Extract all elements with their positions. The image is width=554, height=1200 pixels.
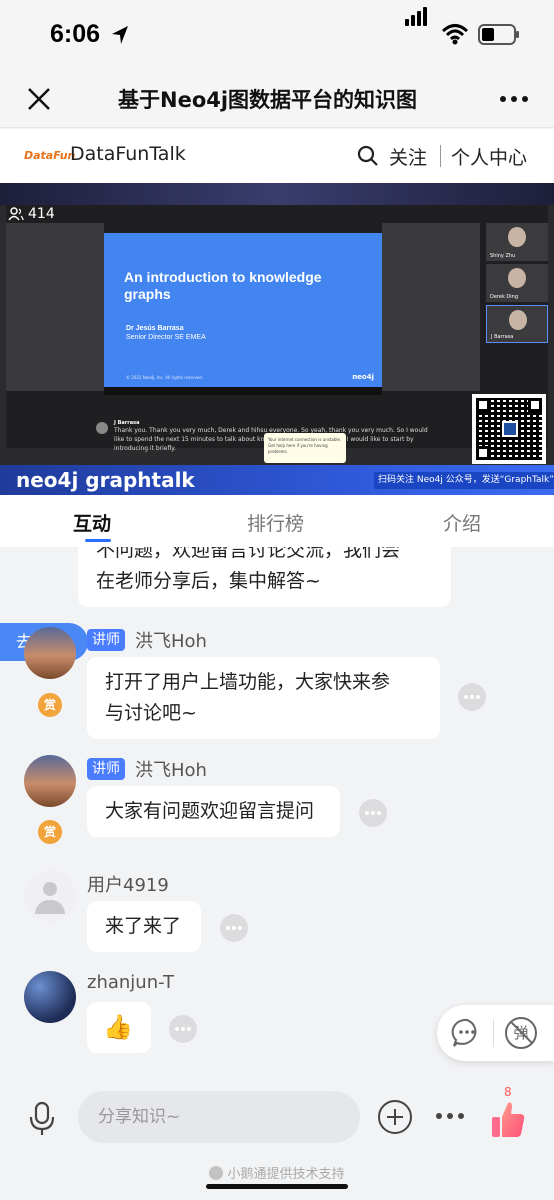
presentation-slide: An introduction to knowledge graphs Dr J… [104,233,382,387]
site-header: DataFun DataFunTalk 关注 个人中心 [0,129,554,183]
avatar-default[interactable] [24,870,76,922]
share-input[interactable] [78,1091,360,1143]
user-name[interactable]: 洪飞Hoh [135,627,207,653]
tab-interaction[interactable]: 互动 [73,509,111,536]
message-bubble: 不问题，欢迎留言讨论交流，我们会 在老师分享后，集中解答~ [78,547,451,607]
message-header: 讲师 洪飞Hoh [87,627,207,653]
site-logo[interactable]: DataFun [24,149,75,162]
message-bubble: 大家有问题欢迎留言提问 [87,786,340,837]
message-bubble: 来了来了 [87,901,201,952]
participant-face [508,227,526,247]
message-more-icon[interactable] [169,1015,197,1043]
barrage-toggle[interactable]: 弹 [505,1017,537,1049]
powered-by: 小鹅通提供技术支持 [0,1163,554,1182]
wifi-icon [442,24,468,45]
status-bar: 6:06 [0,0,554,70]
participant-name: Derek Ding [490,294,519,300]
message-header: zhanjun-T [87,972,174,993]
avatar[interactable] [24,971,76,1023]
location-arrow-icon [112,26,128,44]
tab-leaderboard[interactable]: 排行榜 [247,509,304,536]
qr-finder [476,446,490,460]
message-more-icon[interactable] [458,683,486,711]
follow-link[interactable]: 关注 [389,143,427,170]
chat-list[interactable]: 不问题，欢迎留言讨论交流，我们会 在老师分享后，集中解答~ 去连麦 赏 讲师 洪… [0,547,554,1077]
video-top-banner [0,183,554,205]
participant-tile-active: J Barrasa [486,305,548,343]
message-header: 讲师 洪飞Hoh [87,756,207,782]
participant-name: J Barrasa [491,334,514,340]
site-name[interactable]: DataFunTalk [70,143,186,165]
qr-pattern [476,398,542,460]
avatar[interactable] [24,627,76,679]
tab-active-indicator [85,539,111,542]
floating-actions: 弹 [437,1005,554,1061]
message-more-icon[interactable] [220,914,248,942]
close-icon[interactable] [26,86,52,112]
qr-finder [528,398,542,412]
add-button[interactable] [378,1100,412,1134]
user-name[interactable]: 用户4919 [87,871,169,897]
like-button[interactable]: 8 [488,1083,528,1145]
message-bubble: 打开了用户上墙功能，大家快来参 与讨论吧~ [87,657,440,739]
participant-face [509,310,527,330]
powered-by-text: 小鹅通提供技术支持 [227,1167,345,1182]
thumbs-up-icon[interactable] [490,1099,526,1139]
viewer-count: 414 [28,206,55,222]
avatar[interactable] [24,755,76,807]
more-icon[interactable] [436,1113,466,1121]
qr-finder [476,398,490,412]
video-side-pane-left [6,223,104,391]
participant-tile: Derek Ding [486,264,548,302]
search-icon[interactable] [357,145,379,167]
reward-icon[interactable]: 赏 [38,693,62,717]
like-count: 8 [504,1085,512,1099]
caption-avatar [96,422,108,434]
lecturer-badge: 讲师 [87,629,125,651]
viewer-counter: 414 [8,206,55,222]
nav-bar: 基于Neo4j图数据平台的知识图 [0,70,554,128]
more-menu-icon[interactable] [500,94,530,104]
header-divider [440,145,441,167]
viewers-icon [8,207,24,221]
connection-tooltip: Your internet connection is unstable. Ge… [264,433,346,463]
video-side-pane-right [382,223,480,391]
personal-center-link[interactable]: 个人中心 [451,143,527,170]
user-name[interactable]: zhanjun-T [87,972,174,993]
message-header: 用户4919 [87,871,169,897]
comment-icon[interactable] [451,1017,483,1049]
microphone-icon[interactable] [28,1101,56,1137]
participant-name: Shiny Zhu [490,253,516,259]
user-name[interactable]: 洪飞Hoh [135,756,207,782]
tab-introduction[interactable]: 介绍 [443,509,481,536]
brand-strip: neo4j graphtalk 扫码关注 Neo4j 公众号，发送“GraphT… [0,465,554,495]
bottom-bar: 8 小鹅通提供技术支持 [0,1077,554,1200]
slide-speaker: Dr Jesús Barrasa [126,325,184,332]
participant-tile: Shiny Zhu [486,223,548,261]
slide-role: Senior Director SE EMEA [126,334,206,341]
powered-by-icon [209,1166,224,1180]
battery-icon [478,24,519,45]
message-bubble: 👍 [87,1002,151,1053]
slide-bottom-bar [104,387,382,395]
qr-logo [502,421,518,437]
floating-divider [493,1019,494,1047]
brand-strip-banner: 扫码关注 Neo4j 公众号，发送“GraphTalk”入群 [374,472,554,489]
status-time: 6:06 [50,20,101,48]
lecturer-badge: 讲师 [87,758,125,780]
qr-code [472,394,546,464]
home-indicator [206,1184,348,1189]
message-more-icon[interactable] [359,799,387,827]
page-title: 基于Neo4j图数据平台的知识图 [118,88,418,112]
participant-list: Shiny Zhu Derek Ding J Barrasa [486,223,548,346]
slide-brand: neo4j [352,373,374,381]
video-player[interactable]: 414 An introduction to knowledge graphs … [0,183,554,495]
slide-footer: © 2022 Neo4j, Inc. All rights reserved. [126,375,204,380]
tab-bar: 互动 排行榜 介绍 [0,495,554,547]
participant-face [508,268,526,288]
reward-icon[interactable]: 赏 [38,820,62,844]
brand-strip-logo: neo4j graphtalk [16,468,195,492]
slide-title: An introduction to knowledge graphs [124,269,322,302]
